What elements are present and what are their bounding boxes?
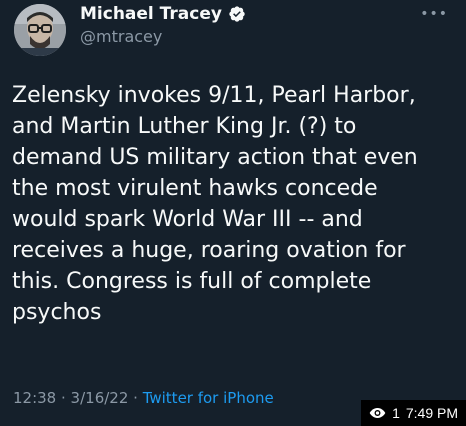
tweet-card: Michael Tracey @mtracey ••• Zelensky inv… <box>0 0 466 426</box>
eye-icon <box>369 407 386 419</box>
view-count: 1 <box>392 405 400 421</box>
avatar-portrait-icon <box>14 4 66 56</box>
author-handle[interactable]: @mtracey <box>80 27 162 47</box>
author-name-row: Michael Tracey <box>80 4 246 24</box>
status-overlay: 1 7:49 PM <box>361 400 466 426</box>
verified-badge-icon <box>228 5 246 23</box>
tweet-time[interactable]: 12:38 <box>13 389 56 407</box>
status-clock: 7:49 PM <box>405 405 458 421</box>
tweet-date[interactable]: 3/16/22 <box>71 389 129 407</box>
tweet-meta: 12:38 · 3/16/22 · Twitter for iPhone <box>13 388 274 408</box>
tweet-text: Zelensky invokes 9/11, Pearl Harbor, and… <box>12 83 418 325</box>
author-display-name[interactable]: Michael Tracey <box>80 4 222 24</box>
tweet-client-link[interactable]: Twitter for iPhone <box>143 389 274 407</box>
more-icon[interactable]: ••• <box>420 6 448 22</box>
avatar[interactable] <box>14 4 66 56</box>
meta-separator: · <box>128 389 143 407</box>
meta-separator: · <box>56 389 71 407</box>
